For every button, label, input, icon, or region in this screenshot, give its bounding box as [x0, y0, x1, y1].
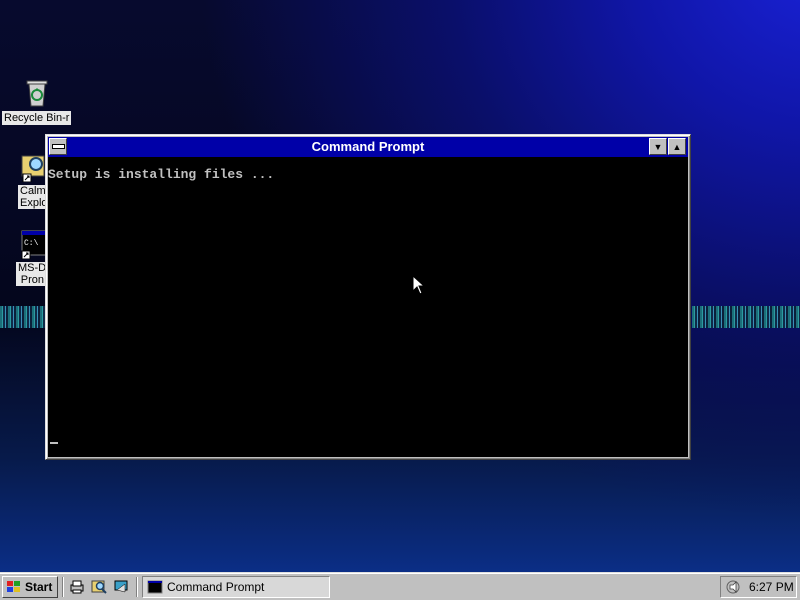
console-output-line: Setup is installing files ...: [48, 167, 275, 182]
console-icon: [147, 580, 163, 594]
quicklaunch-desktop[interactable]: [112, 578, 130, 596]
down-arrow-icon: ▼: [653, 141, 663, 152]
printer-icon: [70, 580, 84, 594]
quicklaunch-explorer[interactable]: [90, 578, 108, 596]
up-arrow-icon: ▲: [672, 141, 682, 152]
svg-text:C:\: C:\: [24, 239, 39, 248]
text-cursor: [50, 442, 58, 444]
desktop-icon-recycle-bin[interactable]: Recycle Bin-r: [2, 76, 72, 125]
magnifier-icon: [20, 152, 46, 183]
desktop-icon-explorer[interactable]: Calm Explo: [18, 152, 48, 209]
taskbar-divider: [136, 577, 138, 597]
desktop-background: Recycle Bin-r Calm Explo C:\ MS-D Pron C…: [0, 0, 800, 572]
wallpaper-stripe-right: [692, 306, 800, 328]
taskbar-button-command-prompt[interactable]: Command Prompt: [142, 576, 330, 598]
msdos-label-line1: MS-D: [16, 262, 47, 274]
quicklaunch-printer[interactable]: [68, 578, 86, 596]
explorer-label-line2: Explo: [18, 197, 48, 209]
window-title: Command Prompt: [311, 139, 425, 154]
desktop-icon: [114, 580, 128, 593]
msdos-icon: C:\: [18, 229, 47, 260]
start-button[interactable]: Start: [2, 576, 58, 598]
wallpaper-stripe-left: [0, 306, 45, 328]
mouse-pointer-icon: [412, 275, 426, 295]
taskbar: Start Command Prompt 6:27 PM: [0, 572, 800, 600]
desktop-icon-msdos-prompt[interactable]: C:\ MS-D Pron: [16, 229, 47, 286]
maximize-button[interactable]: ▲: [668, 138, 686, 155]
system-tray: 6:27 PM: [720, 576, 797, 598]
minimize-button[interactable]: ▼: [649, 138, 667, 155]
msdos-label-line2: Pron: [16, 274, 46, 286]
recycle-bin-label: Recycle Bin-r: [2, 111, 72, 125]
recycle-bin-icon: [21, 76, 53, 108]
window-titlebar[interactable]: Command Prompt ▼ ▲: [48, 137, 688, 157]
console-area[interactable]: Setup is installing files ...: [48, 157, 688, 457]
volume-icon[interactable]: [725, 579, 741, 595]
start-label: Start: [25, 580, 53, 594]
command-prompt-window[interactable]: Command Prompt ▼ ▲ Setup is installing f…: [45, 134, 691, 460]
taskbar-divider: [62, 577, 64, 597]
windows-logo-icon: [7, 581, 20, 592]
magnifier-icon: [91, 580, 107, 594]
task-label: Command Prompt: [167, 580, 265, 594]
clock[interactable]: 6:27 PM: [749, 580, 794, 594]
explorer-label-line1: Calm: [18, 185, 46, 197]
